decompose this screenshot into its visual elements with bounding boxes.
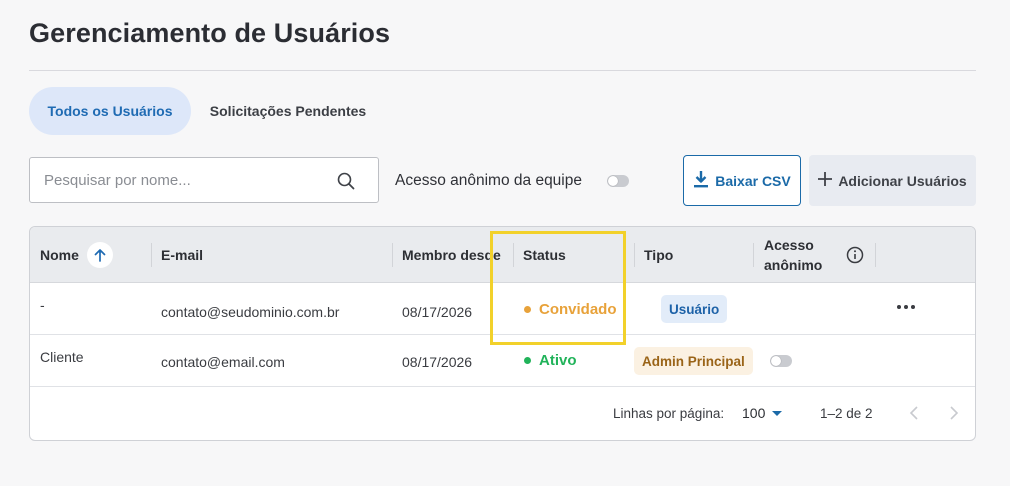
column-header-email[interactable]: E-mail [161,227,203,283]
column-separator [151,243,152,267]
plus-icon [818,172,833,189]
download-csv-label: Baixar CSV [715,172,791,189]
status-dot [524,357,531,364]
column-header-type[interactable]: Tipo [644,227,673,283]
column-separator [753,243,754,267]
search-icon[interactable] [336,171,356,191]
previous-page-icon[interactable] [906,404,924,422]
search-input[interactable] [30,171,330,189]
add-users-label: Adicionar Usuários [838,172,967,189]
pagination-range: 1–2 de 2 [820,406,873,421]
tab-all-users[interactable]: Todos os Usuários [29,87,191,135]
title-divider [29,70,976,71]
search-box [29,157,379,203]
column-separator [634,243,635,267]
sort-arrow-up-icon[interactable] [86,242,113,268]
rows-per-page-select[interactable]: 100 [742,405,783,421]
download-csv-button[interactable]: Baixar CSV [683,155,801,206]
more-options-icon[interactable] [896,297,916,317]
row-anonymous-access-toggle[interactable] [770,355,792,367]
column-header-name-label: Nome [40,247,79,263]
column-header-name[interactable]: Nome [40,227,113,283]
row-member-since: 08/17/2026 [402,354,473,370]
table-pagination: Linhas por página: 100 1–2 de 2 [30,387,975,440]
caret-down-icon [771,405,783,421]
status-column-highlight-box [490,231,626,345]
rows-per-page-value: 100 [742,405,766,421]
row-email: contato@email.com [161,354,285,370]
row-name: - [40,297,45,313]
info-icon[interactable] [846,246,864,269]
status-label: Ativo [539,352,577,369]
add-users-button[interactable]: Adicionar Usuários [809,155,976,206]
tab-pending-requests[interactable]: Solicitações Pendentes [199,87,377,135]
row-member-since: 08/17/2026 [402,304,473,320]
anonymous-access-label: Acesso anônimo da equipe [395,172,582,189]
column-separator [392,243,393,267]
column-header-member-since[interactable]: Membro desde [402,227,501,283]
column-header-anon-line2: anônimo [764,257,823,273]
type-chip: Admin Principal [634,347,753,375]
download-icon [693,170,709,191]
column-header-anon-line1: Acesso [764,237,814,253]
row-email: contato@seudominio.com.br [161,304,340,320]
anonymous-access-toggle[interactable] [607,175,629,187]
column-header-anonymous-access[interactable]: Acesso anônimo [764,227,822,283]
page-title: Gerenciamento de Usuários [29,18,391,48]
type-chip: Usuário [661,295,728,323]
rows-per-page-label: Linhas por página: [613,406,725,421]
status-badge: Ativo [524,352,577,369]
column-separator [875,243,876,267]
next-page-icon[interactable] [944,404,962,422]
row-name: Cliente [40,349,84,365]
